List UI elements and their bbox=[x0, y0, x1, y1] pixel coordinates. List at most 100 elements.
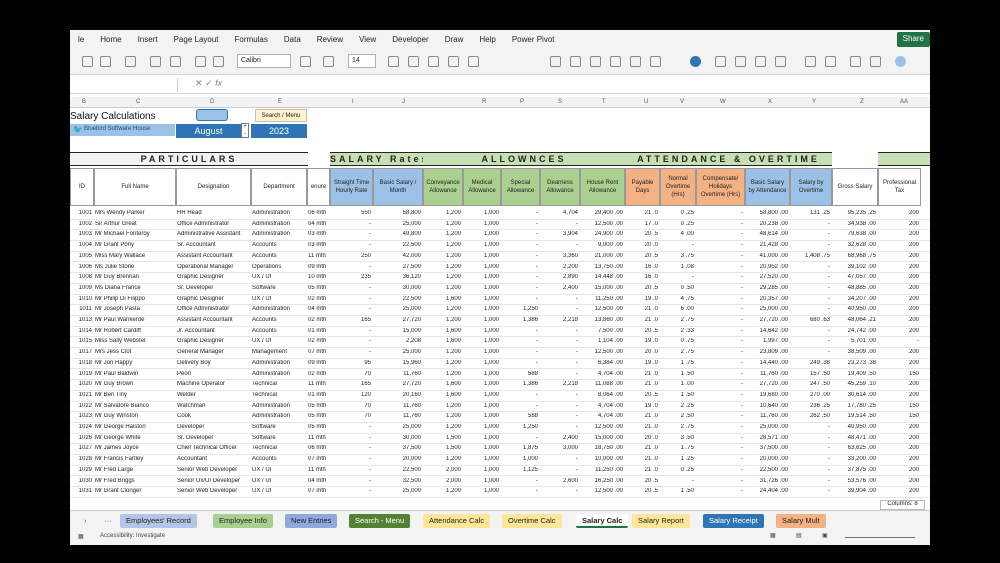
table-cell[interactable]: 45,259 .10 bbox=[833, 381, 876, 387]
table-cell[interactable]: 25,000 .00 bbox=[746, 424, 788, 430]
table-cell[interactable]: Machine Operator bbox=[177, 381, 249, 387]
normal-view-icon[interactable]: ▦ bbox=[770, 532, 776, 539]
table-cell[interactable]: Administration bbox=[252, 221, 305, 227]
table-cell[interactable]: - bbox=[791, 456, 830, 462]
table-cell[interactable]: 30,614 .00 bbox=[833, 392, 876, 398]
table-row[interactable]: 1014 Mr Robert Cardiff Jr. Accountant Accou… bbox=[70, 327, 930, 338]
table-cell[interactable]: - bbox=[791, 285, 830, 291]
table-cell[interactable]: 21 .0 bbox=[626, 413, 658, 419]
table-cell[interactable]: - bbox=[502, 349, 538, 355]
table-cell[interactable]: Mr Paul Wankerde bbox=[95, 317, 174, 323]
table-cell[interactable]: 21 .0 bbox=[626, 424, 658, 430]
table-cell[interactable]: 3 .50 bbox=[661, 435, 694, 441]
table-cell[interactable]: 11 mth bbox=[308, 381, 328, 387]
table-cell[interactable]: Administration bbox=[252, 403, 305, 409]
table-cell[interactable]: 1029 bbox=[71, 467, 92, 473]
menu-item[interactable]: Insert bbox=[130, 35, 166, 44]
table-cell[interactable]: Office Administrator bbox=[177, 221, 249, 227]
sheet-tab[interactable]: Employee Info bbox=[213, 514, 273, 528]
table-row[interactable]: 1006 Ms Julie Stone Operational Manager Ope… bbox=[70, 263, 930, 274]
table-cell[interactable]: 200 bbox=[879, 467, 919, 473]
table-row[interactable]: 1018 Mr Jon Happy Delivery Boy Administrati… bbox=[70, 359, 930, 370]
table-cell[interactable]: 20 .5 bbox=[626, 231, 658, 237]
column-letter[interactable]: U bbox=[644, 99, 648, 105]
table-cell[interactable]: 21 .0 bbox=[626, 317, 658, 323]
table-cell[interactable]: 3,904 bbox=[541, 231, 578, 237]
table-cell[interactable]: Mr Paul Baldwin bbox=[95, 371, 174, 377]
table-cell[interactable]: 1 .50 bbox=[661, 392, 694, 398]
table-cell[interactable]: 1,600 bbox=[424, 392, 461, 398]
table-cell[interactable]: 12,500 .00 bbox=[581, 221, 623, 227]
menu-item[interactable]: Home bbox=[92, 35, 129, 44]
table-cell[interactable]: - bbox=[697, 392, 743, 398]
table-cell[interactable]: 157 .50 bbox=[791, 371, 830, 377]
bold-icon[interactable] bbox=[388, 56, 399, 67]
table-cell[interactable]: 165 bbox=[331, 317, 371, 323]
table-cell[interactable]: 200 bbox=[879, 360, 919, 366]
table-cell[interactable]: Sr. Developer bbox=[177, 285, 249, 291]
search-menu-button[interactable]: Search / Menu bbox=[255, 109, 307, 122]
table-cell[interactable]: 0 .50 bbox=[661, 285, 694, 291]
prev-sheet-icon[interactable]: › bbox=[78, 514, 93, 528]
table-cell[interactable]: 1,200 bbox=[424, 424, 461, 430]
delete-cells-icon[interactable] bbox=[650, 56, 661, 67]
table-cell[interactable]: - bbox=[541, 242, 578, 248]
table-cell[interactable]: - bbox=[791, 221, 830, 227]
sheet-tab[interactable]: Salary Report bbox=[632, 514, 690, 528]
table-cell[interactable]: 1,500 bbox=[424, 445, 461, 451]
styles-icon[interactable] bbox=[610, 56, 621, 67]
table-cell[interactable]: 15,960 bbox=[374, 360, 421, 366]
table-cell[interactable]: 1003 bbox=[71, 231, 92, 237]
table-cell[interactable]: 20 .5 bbox=[626, 392, 658, 398]
table-row[interactable]: 1023 Mr Guy Winston Cook Administration 05 m… bbox=[70, 412, 930, 423]
filter-icon[interactable] bbox=[755, 56, 766, 67]
table-cell[interactable]: 07 mth bbox=[308, 349, 328, 355]
table-cell[interactable]: - bbox=[331, 328, 371, 334]
menu-item[interactable]: le bbox=[70, 35, 92, 44]
table-cell[interactable]: 11,760 bbox=[374, 413, 421, 419]
table-cell[interactable]: Welder bbox=[177, 392, 249, 398]
table-cell[interactable]: 1,200 bbox=[424, 264, 461, 270]
table-cell[interactable]: 11,250 .00 bbox=[581, 467, 623, 473]
table-cell[interactable]: Sr. Developer bbox=[177, 435, 249, 441]
table-cell[interactable]: 1,000 bbox=[464, 242, 499, 248]
table-cell[interactable]: 1004 bbox=[71, 242, 92, 248]
table-cell[interactable]: 24,742 .00 bbox=[833, 328, 876, 334]
sheet-tab[interactable]: Employees' Record bbox=[120, 514, 197, 528]
table-cell[interactable]: 21 .0 bbox=[626, 445, 658, 451]
table-cell[interactable]: 11 mth bbox=[308, 435, 328, 441]
column-letter[interactable]: S bbox=[558, 99, 562, 105]
table-cell[interactable]: General Manager bbox=[177, 349, 249, 355]
table-cell[interactable]: Mr Guy Brown bbox=[95, 381, 174, 387]
table-cell[interactable]: Administration bbox=[252, 371, 305, 377]
table-cell[interactable]: 8,064 .00 bbox=[581, 392, 623, 398]
table-cell[interactable]: 19 .0 bbox=[626, 338, 658, 344]
table-cell[interactable]: - bbox=[697, 349, 743, 355]
table-cell[interactable]: 6 .00 bbox=[661, 306, 694, 312]
font-name-select[interactable]: Calibri bbox=[237, 54, 291, 68]
table-row[interactable]: 1026 Mr George White Sr. Developer Software… bbox=[70, 434, 930, 445]
table-cell[interactable]: 5,701 .00 bbox=[833, 338, 876, 344]
table-cell[interactable]: 235 bbox=[331, 274, 371, 280]
table-row[interactable]: 1027 Mr James Joyce Chief Technical Office… bbox=[70, 444, 930, 456]
sheet-tab[interactable]: New Entries bbox=[285, 514, 338, 528]
table-row[interactable]: 1022 Mr Salvatore Bianco Watchman Administr… bbox=[70, 402, 930, 413]
table-cell[interactable]: - bbox=[791, 478, 830, 484]
table-cell[interactable]: 38,509 .00 bbox=[833, 349, 876, 355]
table-cell[interactable]: 200 bbox=[879, 274, 919, 280]
table-cell[interactable]: 3,360 bbox=[541, 253, 578, 259]
table-cell[interactable]: 16 .0 bbox=[626, 264, 658, 270]
table-cell[interactable]: 250 bbox=[331, 253, 371, 259]
table-row[interactable]: 1024 Mr George Halston Developer Software 05… bbox=[70, 423, 930, 434]
table-cell[interactable]: 4,704 .00 bbox=[581, 413, 623, 419]
sheet-tab[interactable]: Salary Receipt bbox=[703, 514, 764, 528]
table-cell[interactable]: Technical bbox=[252, 445, 305, 451]
table-cell[interactable]: 27,720 bbox=[374, 381, 421, 387]
comment-icon[interactable] bbox=[850, 56, 861, 67]
table-cell[interactable]: 1 .75 bbox=[661, 360, 694, 366]
table-cell[interactable]: 1 .75 bbox=[661, 445, 694, 451]
table-cell[interactable]: 4,704 .00 bbox=[581, 371, 623, 377]
table-cell[interactable]: 12,500 .00 bbox=[581, 349, 623, 355]
table-cell[interactable]: - bbox=[541, 360, 578, 366]
table-cell[interactable]: 2,400 bbox=[541, 285, 578, 291]
